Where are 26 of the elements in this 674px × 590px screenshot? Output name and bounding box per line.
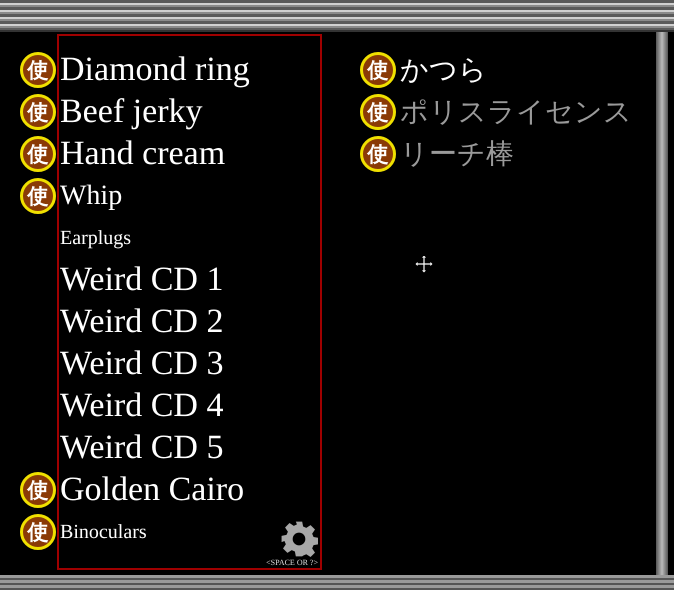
item-name[interactable]: Diamond ring [60,51,250,89]
item-name[interactable]: Hand cream [60,135,226,173]
use-badge: 使 [20,472,56,508]
use-badge: 使 [360,52,396,88]
move-cursor-icon [414,254,434,274]
item-name[interactable]: かつら [400,51,487,89]
use-badge: 使 [20,52,56,88]
use-badge: 使 [20,178,56,214]
item-name[interactable]: Beef jerky [60,93,203,131]
settings-icon[interactable] [280,520,318,558]
use-badge: 使 [20,136,56,172]
item-name[interactable]: Weird CD 2 [60,303,224,341]
shortcut-hint: <SPACE OR ?> [266,558,318,567]
item-name[interactable]: Weird CD 3 [60,345,224,383]
item-name[interactable]: Whip [60,180,122,212]
use-badge: 使 [360,136,396,172]
scrollbar[interactable] [656,32,668,575]
use-badge: 使 [20,94,56,130]
use-badge: 使 [20,514,56,550]
item-name[interactable]: Weird CD 5 [60,429,224,467]
item-name[interactable]: Binoculars [60,521,147,543]
item-name[interactable]: Weird CD 1 [60,261,224,299]
item-name[interactable]: Golden Cairo [60,471,244,509]
item-name[interactable]: Earplugs [60,227,132,249]
item-name[interactable]: Weird CD 4 [60,387,224,425]
use-badge: 使 [360,94,396,130]
